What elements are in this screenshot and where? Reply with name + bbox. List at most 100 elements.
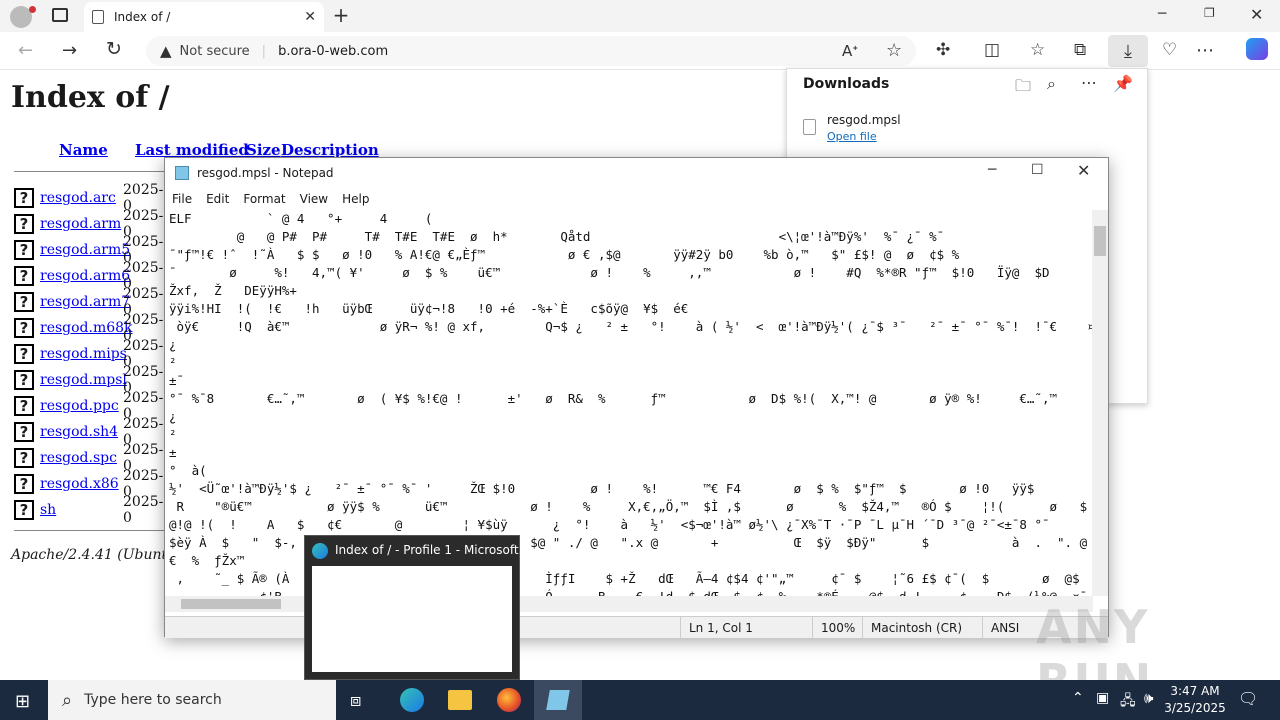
file-link[interactable]: resgod.arm5 <box>40 242 130 258</box>
text-line: ¯ ø %! 4,™( ¥' ø $ % ü€™ ø ! % ,,™ ø ! #… <box>169 265 1050 280</box>
close-tab-icon[interactable]: ✕ <box>304 9 316 25</box>
copilot-icon[interactable] <box>1246 38 1268 60</box>
restore-icon[interactable]: ❐ <box>1204 6 1215 20</box>
favorite-star-icon[interactable]: ☆ <box>886 40 902 61</box>
unknown-file-icon: ? <box>14 500 34 520</box>
file-link[interactable]: resgod.x86 <box>40 476 119 492</box>
menu-file[interactable]: File <box>172 192 192 206</box>
file-link[interactable]: sh <box>40 502 56 518</box>
text-line: ° à( <box>169 463 207 478</box>
browser-tab[interactable]: Index of / ✕ <box>84 2 324 32</box>
text-line: @ @ P# P# T# T#E T#E ø h* Qåtd <\¦œ'!à™Ð… <box>169 229 945 244</box>
tray-device-icon[interactable]: ▣ <box>1096 690 1109 706</box>
file-link[interactable]: resgod.arc <box>40 190 116 206</box>
task-view-icon[interactable]: ⧈ <box>350 690 361 711</box>
text-line: ² <box>169 427 177 442</box>
header-name[interactable]: Name <box>59 141 108 159</box>
menu-format[interactable]: Format <box>243 192 285 206</box>
open-folder-icon[interactable]: 🗀 <box>1015 75 1031 102</box>
notepad-taskbar-icon <box>546 690 570 710</box>
clock-date[interactable]: 3/25/2025 <box>1164 701 1226 715</box>
vertical-scroll-thumb[interactable] <box>1094 226 1106 256</box>
taskbar-search[interactable]: ⌕ Type here to search <box>48 680 336 720</box>
file-link[interactable]: resgod.spc <box>40 450 117 466</box>
text-line: @!@ !( ! A $ ¢€ @ ¦ ¥$ùÿ ¿ °! à ½' <$¬œ'… <box>169 517 1050 532</box>
file-link[interactable]: resgod.arm <box>40 216 121 232</box>
text-line: ¿ <box>169 337 177 352</box>
collections-icon[interactable]: ⧉ <box>1074 40 1086 60</box>
downloads-icon[interactable]: ⤓ <box>1108 35 1148 67</box>
search-downloads-icon[interactable]: ⌕ <box>1047 74 1056 94</box>
file-link[interactable]: resgod.mips <box>40 346 127 362</box>
clock-time[interactable]: 3:47 AM <box>1168 684 1222 698</box>
favorites-icon[interactable]: ☆ <box>1030 40 1045 60</box>
more-icon[interactable]: ⋯ <box>1196 40 1214 61</box>
text-line: ½' <Ü˜œ'!à™Ðÿ½'$ ¿ ²¯ ±¯ °¯ %¯ ' ŽŒ $!0 … <box>169 481 1035 496</box>
volume-icon[interactable]: 🕪 <box>1144 689 1153 707</box>
edge-taskbar-icon[interactable] <box>400 688 424 712</box>
unknown-file-icon: ? <box>14 344 34 364</box>
vertical-scrollbar[interactable] <box>1092 210 1108 596</box>
text-line: ±¯ <box>169 373 185 388</box>
security-label: Not secure <box>179 43 250 59</box>
file-link[interactable]: resgod.mpsl <box>40 372 127 388</box>
unknown-file-icon: ? <box>14 266 34 286</box>
menu-view[interactable]: View <box>300 192 328 206</box>
performance-icon[interactable]: ♡ <box>1162 40 1177 60</box>
split-screen-icon[interactable]: ◫ <box>984 40 1000 60</box>
text-line: ELF ` @ 4 °+ 4 ( <box>169 211 440 226</box>
file-link[interactable]: resgod.ppc <box>40 398 119 414</box>
file-explorer-icon[interactable] <box>448 690 472 710</box>
notepad-taskbar-button[interactable] <box>534 680 582 720</box>
address-field[interactable]: ▲ Not secure | b.ora-0-web.com Aᐩ ☆ <box>146 36 916 66</box>
read-aloud-icon[interactable]: Aᐩ <box>842 42 858 60</box>
menu-help[interactable]: Help <box>342 192 369 206</box>
footer-rule <box>14 530 164 531</box>
file-row: ? resgod.mips 2025-0 <box>14 338 163 370</box>
notepad-close-icon[interactable]: ✕ <box>1077 161 1090 180</box>
file-row: ? resgod.mpsl 2025-0 <box>14 364 163 396</box>
pin-icon[interactable]: 📌 <box>1113 74 1133 93</box>
url-text: b.ora-0-web.com <box>278 43 389 59</box>
extensions-icon[interactable]: ✣ <box>936 40 950 60</box>
file-link[interactable]: resgod.arm7 <box>40 294 130 310</box>
notepad-minimize-icon[interactable]: ─ <box>988 162 996 178</box>
downloads-more-icon[interactable]: ⋯ <box>1081 73 1097 92</box>
notifications-icon[interactable]: 🗨 <box>1238 689 1258 708</box>
file-row: ? resgod.arm5 2025-0 <box>14 234 163 266</box>
notepad-title: resgod.mpsl - Notepad <box>197 166 334 180</box>
unknown-file-icon: ? <box>14 214 34 234</box>
minimize-icon[interactable]: ─ <box>1158 6 1166 22</box>
open-file-link[interactable]: Open file <box>827 130 877 143</box>
file-link[interactable]: resgod.arm6 <box>40 268 130 284</box>
network-icon[interactable]: 🖧 <box>1120 690 1136 714</box>
tray-chevron-icon[interactable]: ⌃ <box>1072 690 1084 706</box>
cursor-position: Ln 1, Col 1 <box>680 616 812 639</box>
back-icon[interactable]: ← <box>18 40 33 61</box>
header-rule <box>14 171 164 172</box>
text-line: °¯ %¯8 €…˜,™ ø ( ¥$ %!€@ ! ±' ø R& % ƒ™ … <box>169 391 1058 406</box>
text-line: ² <box>169 355 177 370</box>
url-divider: | <box>261 43 267 59</box>
preview-thumbnail <box>312 566 512 672</box>
edge-icon <box>312 543 328 559</box>
tab-actions-icon[interactable] <box>52 8 68 22</box>
file-link[interactable]: resgod.sh4 <box>40 424 118 440</box>
file-row: ? sh 2025-0 <box>14 494 163 526</box>
unknown-file-icon: ? <box>14 292 34 312</box>
taskbar-preview[interactable]: Index of / - Profile 1 - Microsoft... <box>304 535 530 680</box>
text-line: ÿÿi%!HI !( !€ !h üÿbŒ üÿ¢¬!8 !0 +é -%+`È… <box>169 301 689 316</box>
browser-tab-bar: Index of / ✕ + ─ ❐ ✕ <box>0 0 1280 32</box>
new-tab-icon[interactable]: + <box>332 3 350 27</box>
close-window-icon[interactable]: ✕ <box>1250 5 1263 24</box>
file-link[interactable]: resgod.m68k <box>40 320 133 336</box>
line-ending: Macintosh (CR) <box>862 616 982 639</box>
firefox-icon[interactable] <box>497 688 521 712</box>
horizontal-scroll-thumb[interactable] <box>181 599 281 609</box>
menu-edit[interactable]: Edit <box>206 192 229 206</box>
refresh-icon[interactable]: ↻ <box>106 38 122 60</box>
notification-dot <box>29 6 36 13</box>
notepad-maximize-icon[interactable]: ☐ <box>1031 162 1044 178</box>
start-icon[interactable]: ⊞ <box>15 691 30 712</box>
forward-icon[interactable]: → <box>62 40 77 61</box>
